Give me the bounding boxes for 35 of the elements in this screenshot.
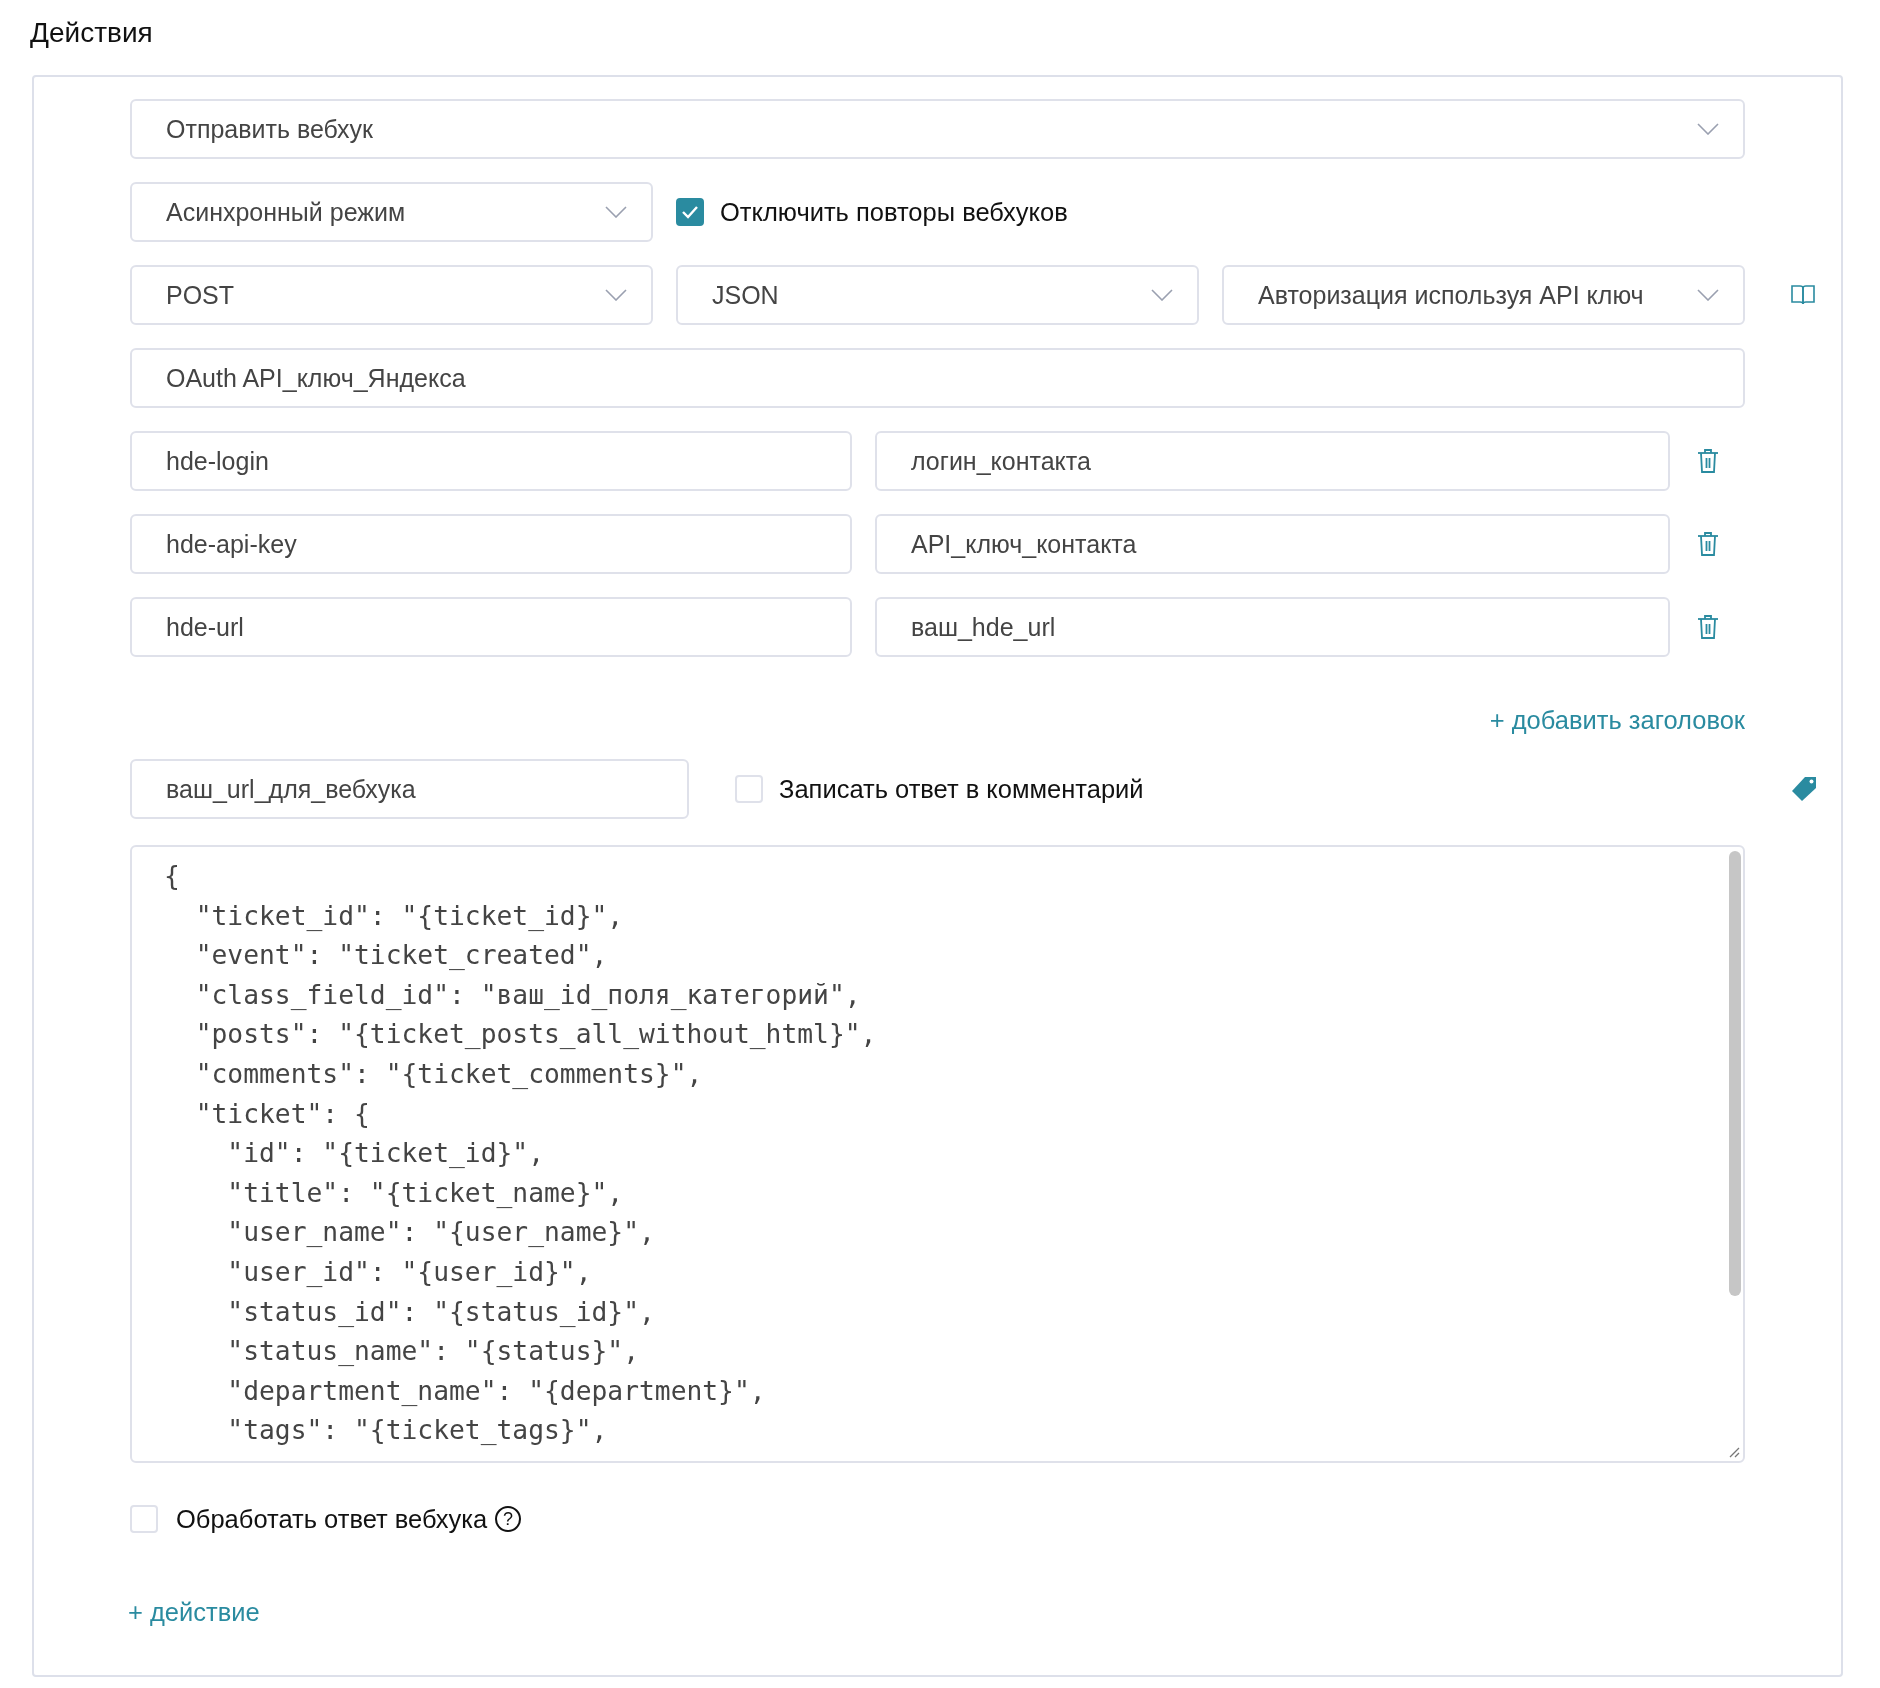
chevron-icon	[1697, 289, 1719, 301]
chevron-icon	[1697, 123, 1719, 135]
checkmark-icon	[681, 205, 699, 219]
dropdown[interactable]: JSON	[676, 265, 1199, 325]
code-editor[interactable]: { "ticket_id": "{ticket_id}", "event": "ticket_created", "class_field_id": "ваш_id_поля_категорий", "posts": "{ticket_posts_all_without_html}", "comments": "{ticket_comments}", "ticket": { "id": "{ticket_id}", "title": "{ticket_name}", "user_name": "{user_name}", "user_id": "{user_id}", "status_id": "{status_id}", "status_name": "{status}", "department_name": "{department}", "tags": "{ticket_tags}",	[130, 845, 1745, 1463]
input-field[interactable]: hde-login	[130, 431, 852, 491]
input-field[interactable]: ваш_hde_url	[875, 597, 1670, 657]
checkbox-label: Отключить повторы вебхуков	[720, 197, 1068, 227]
scrollbar[interactable]	[1729, 851, 1741, 1296]
trash-icon[interactable]	[1697, 448, 1719, 474]
tag-icon[interactable]	[1791, 776, 1817, 802]
input-field[interactable]: OAuth API_ключ_Яндекса	[130, 348, 1745, 408]
add-action-link[interactable]: + действие	[128, 1597, 260, 1627]
add-header-link[interactable]: + добавить заголовок	[1489, 705, 1745, 735]
chevron-icon	[605, 206, 627, 218]
trash-icon[interactable]	[1697, 531, 1719, 557]
book-icon[interactable]	[1791, 284, 1815, 306]
dropdown[interactable]: Авторизация используя API ключ	[1222, 265, 1745, 325]
resize-handle[interactable]	[1727, 1445, 1741, 1459]
trash-icon[interactable]	[1697, 614, 1719, 640]
help-icon[interactable]: ?	[495, 1506, 522, 1532]
checkbox-label: Обработать ответ вебхука	[176, 1504, 488, 1534]
chevron-icon	[605, 289, 627, 301]
input-field[interactable]: API_ключ_контакта	[875, 514, 1670, 574]
section-title: Действия	[29, 16, 154, 50]
checkbox-label: Записать ответ в комментарий	[779, 774, 1144, 804]
chevron-icon	[1151, 289, 1173, 301]
input-field[interactable]: ваш_url_для_вебхука	[130, 759, 689, 819]
input-field[interactable]: hde-api-key	[130, 514, 852, 574]
dropdown[interactable]: Отправить вебхук	[130, 99, 1745, 159]
checkbox[interactable]	[676, 198, 704, 226]
input-field[interactable]: hde-url	[130, 597, 852, 657]
dropdown[interactable]: Асинхронный режим	[130, 182, 653, 242]
input-field[interactable]: логин_контакта	[875, 431, 1670, 491]
dropdown[interactable]: POST	[130, 265, 653, 325]
